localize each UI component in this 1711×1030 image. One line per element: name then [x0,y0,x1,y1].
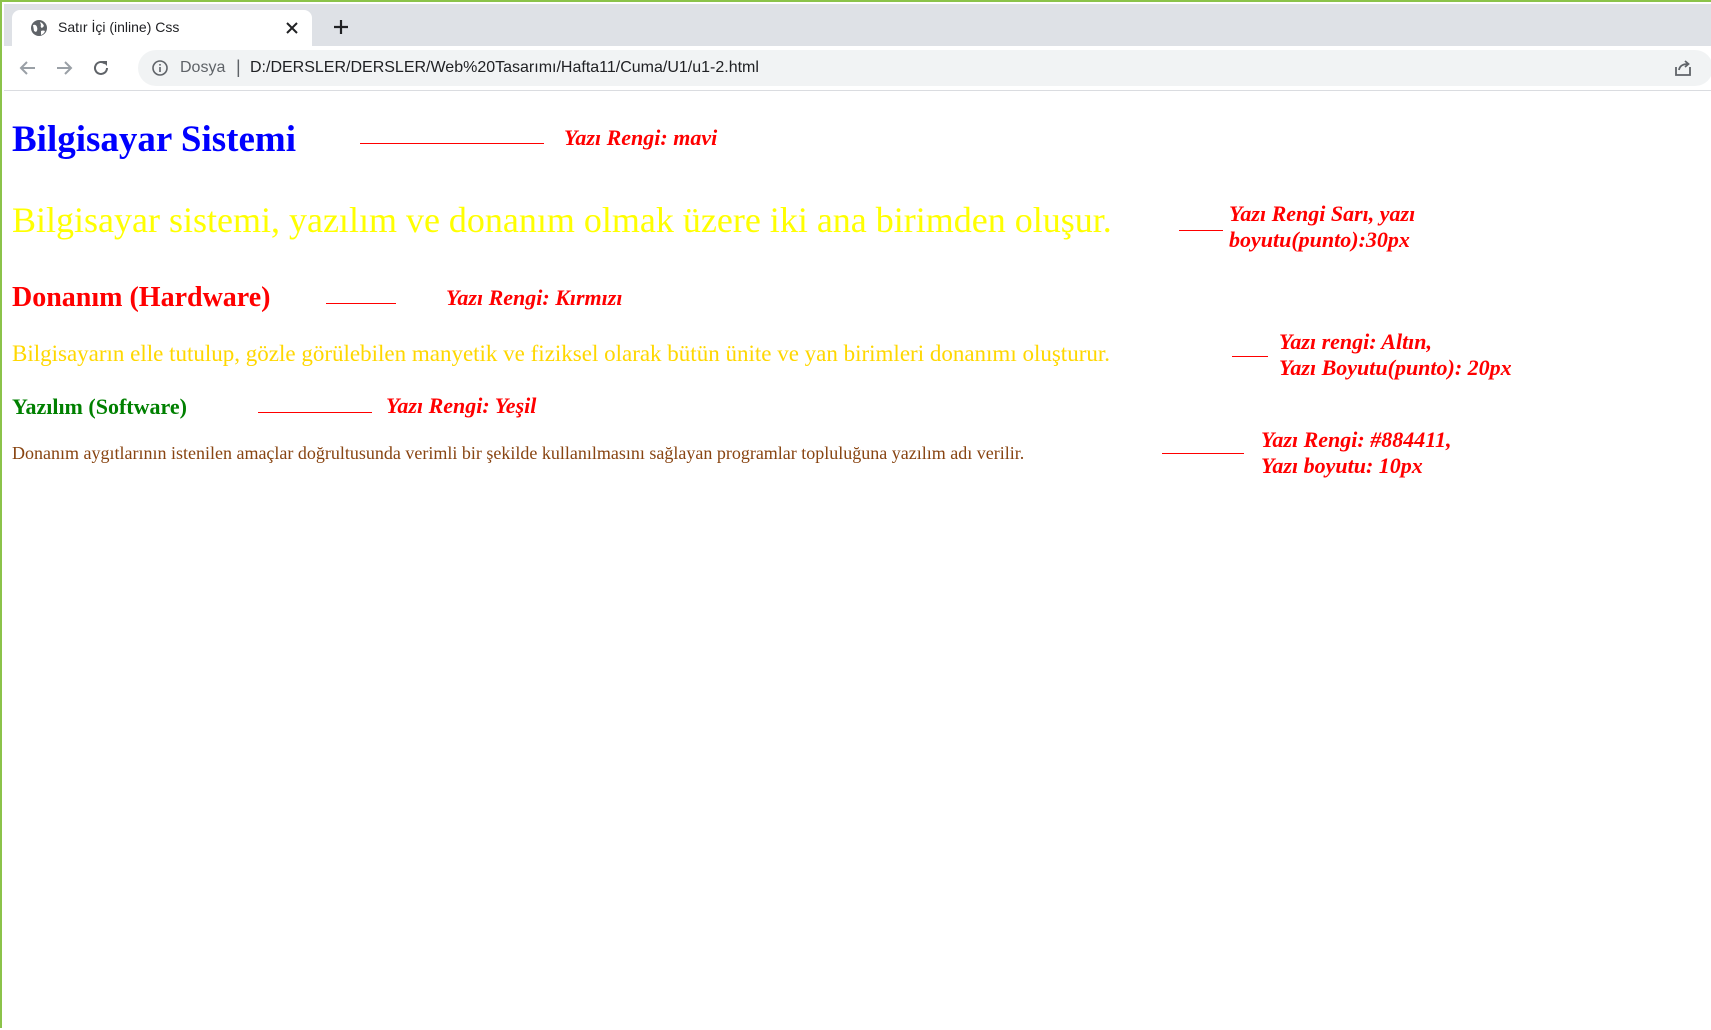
annotation-text: boyutu(punto):30px [1229,227,1410,252]
annotation-note: Yazı rengi: Altın, Yazı Boyutu(punto): 2… [1279,329,1512,381]
annotation-line [360,143,544,144]
annotation-note: Yazı Rengi Sarı, yazı boyutu(punto):30px [1229,201,1415,253]
heading-computer-system: Bilgisayar Sistemi [12,119,297,160]
paragraph-system-intro: Bilgisayar sistemi, yazılım ve donanım o… [12,200,1112,240]
annotation-note: Yazı Rengi: #884411, Yazı boyutu: 10px [1261,427,1452,479]
forward-arrow-icon[interactable] [50,54,78,82]
back-arrow-icon[interactable] [14,54,42,82]
annotation-text: Yazı Boyutu(punto): 20px [1279,355,1512,380]
reload-icon[interactable] [87,54,115,82]
annotation-note: Yazı Rengi: Kırmızı [446,285,622,311]
page-content: Bilgisayar Sistemi Bilgisayar sistemi, y… [4,91,1711,1030]
annotation-text: Yazı Rengi: mavi [564,125,718,150]
annotation-line [1179,230,1223,231]
close-icon[interactable] [282,18,302,38]
security-chip-label: Dosya [180,59,226,76]
globe-icon [30,19,48,37]
url-text[interactable]: D:/DERSLER/DERSLER/Web%20Tasarımı/Hafta1… [250,59,759,77]
annotation-text: Yazı Rengi Sarı, yazı [1229,201,1416,226]
heading-hardware: Donanım (Hardware) [12,282,271,313]
annotation-note: Yazı Rengi: Yeşil [386,393,536,419]
annotation-text: Yazı Rengi: #884411, [1261,427,1452,452]
annotation-line [1162,453,1244,454]
info-icon[interactable] [152,60,168,76]
annotation-line [1232,356,1268,357]
tab-title: Satır İçi (inline) Css [58,19,180,35]
browser-toolbar: Dosya | D:/DERSLER/DERSLER/Web%20Tasarım… [4,46,1711,91]
annotation-line [326,303,396,304]
browser-window: Satır İçi (inline) Css Dosya | D:/DERSLE… [0,0,1711,1028]
paragraph-hardware: Bilgisayarın elle tutulup, gözle görüleb… [12,341,1110,366]
annotation-note: Yazı Rengi: mavi [564,125,717,151]
browser-tab[interactable]: Satır İçi (inline) Css [12,10,312,46]
annotation-text: Yazı boyutu: 10px [1261,453,1423,478]
tab-strip: Satır İçi (inline) Css [4,4,1711,46]
address-bar[interactable]: Dosya | D:/DERSLER/DERSLER/Web%20Tasarım… [138,50,1711,86]
plus-icon[interactable] [327,13,355,41]
annotation-line [258,412,372,413]
share-icon[interactable] [1673,59,1693,77]
paragraph-software: Donanım aygıtlarının istenilen amaçlar d… [12,443,1025,463]
annotation-text: Yazı Rengi: Kırmızı [446,285,623,310]
annotation-text: Yazı Rengi: Yeşil [386,393,537,418]
annotation-text: Yazı rengi: Altın, [1279,329,1433,354]
heading-software: Yazılım (Software) [12,394,187,419]
omnibox-separator: | [236,57,241,77]
